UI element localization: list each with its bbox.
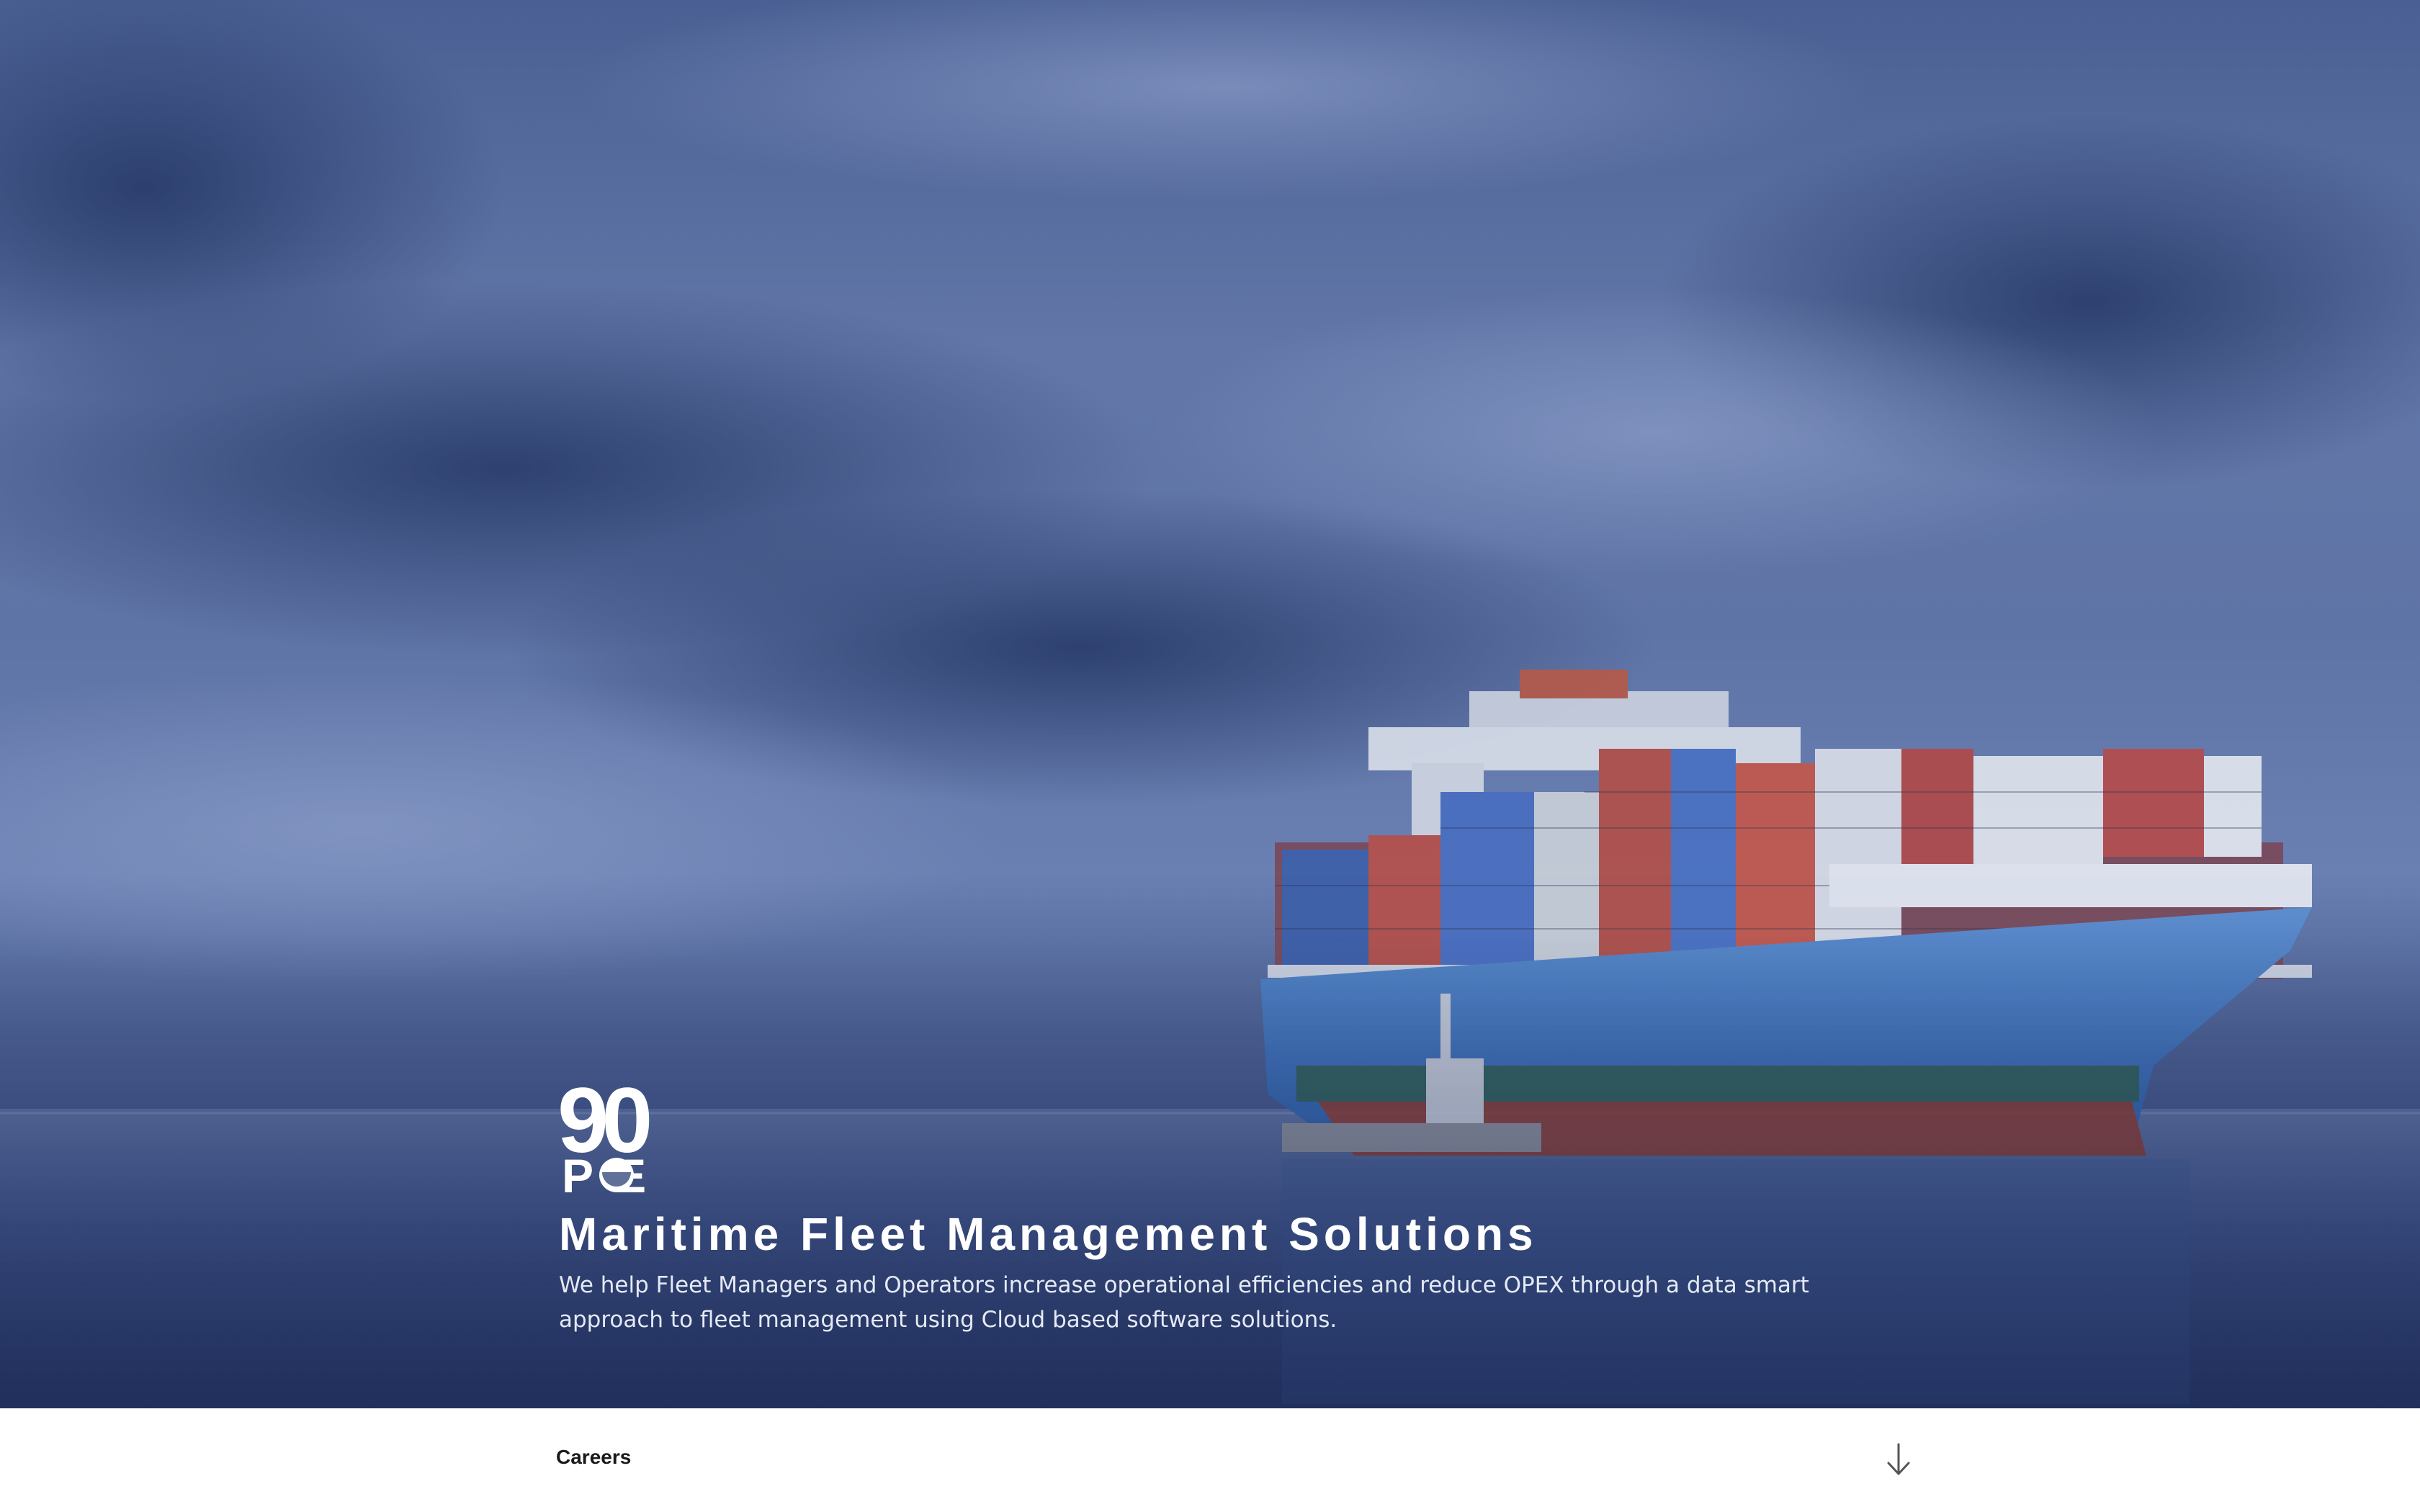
hero-section: 90 P E Maritime Fleet Management Solutio… <box>0 0 2420 1408</box>
hero-subtext: We help Fleet Managers and Operators inc… <box>559 1272 1809 1333</box>
footer-bar: Careers <box>0 1408 2420 1512</box>
company-logo[interactable]: 90 P E <box>559 1077 674 1197</box>
arrow-down-icon[interactable] <box>1883 1441 1914 1479</box>
careers-link[interactable]: Careers <box>556 1446 631 1469</box>
hero-headline: Maritime Fleet Management Solutions <box>559 1208 1538 1260</box>
hero-content: 90 P E Maritime Fleet Management Solutio… <box>559 1077 1884 1337</box>
